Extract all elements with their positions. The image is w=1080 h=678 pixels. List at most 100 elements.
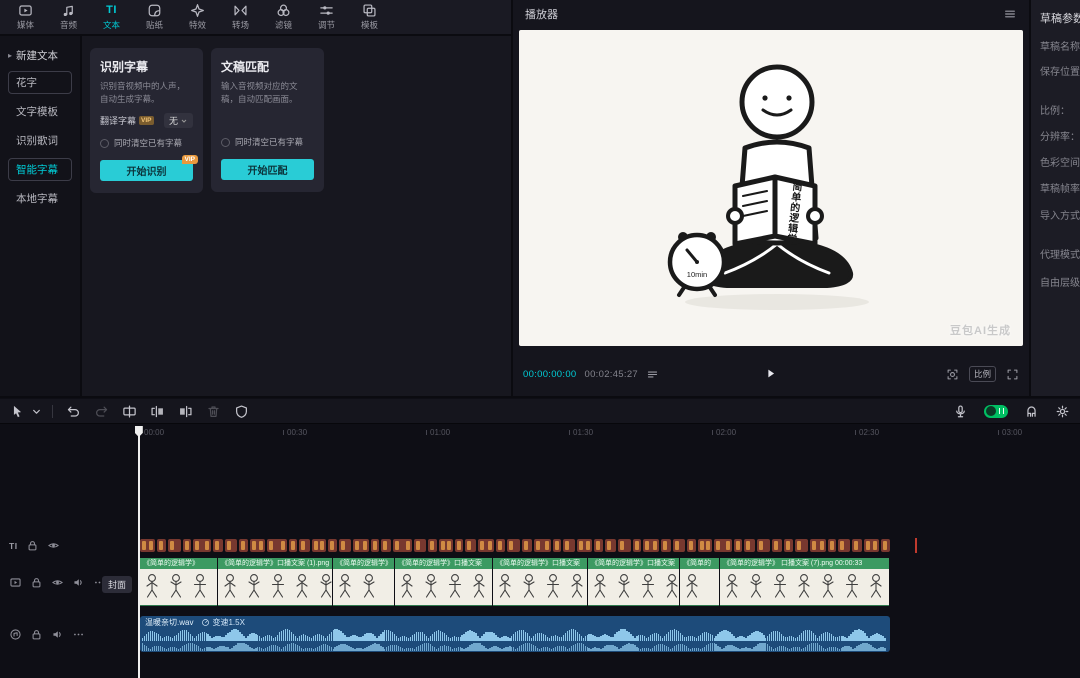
subtitle-clip[interactable] <box>577 539 592 552</box>
subtitle-clip[interactable] <box>784 539 793 552</box>
subtitle-clip[interactable] <box>618 539 631 552</box>
more-icon[interactable] <box>72 628 85 641</box>
redo-icon[interactable] <box>94 404 109 419</box>
toolbar-tab-media[interactable]: 媒体 <box>4 0 47 34</box>
subtitle-clip[interactable] <box>183 539 191 552</box>
subtitle-clip[interactable] <box>795 539 808 552</box>
fullscreen-icon[interactable] <box>1006 368 1019 381</box>
magnet-icon[interactable] <box>1024 404 1039 419</box>
subtitle-clip[interactable] <box>852 539 862 552</box>
subtitle-clip[interactable] <box>428 539 437 552</box>
subtitle-clip[interactable] <box>881 539 890 552</box>
subtitle-clip[interactable] <box>772 539 782 552</box>
video-clip[interactable]: 《简单的逻辑学》 <box>333 558 395 606</box>
toolbar-tab-sticker[interactable]: 贴纸 <box>133 0 176 34</box>
trim-right-icon[interactable] <box>178 404 193 419</box>
playhead[interactable] <box>138 426 140 678</box>
subtitle-clip[interactable] <box>810 539 826 552</box>
ratio-button[interactable]: 比例 <box>969 366 996 382</box>
subtitle-clip[interactable] <box>157 539 166 552</box>
subtitle-clip[interactable] <box>213 539 223 552</box>
subtitle-clip[interactable] <box>496 539 505 552</box>
video-clip[interactable]: 《简单的逻辑学》 口播文案 (7).png 00:00:33 <box>720 558 890 606</box>
subtitle-clip[interactable] <box>605 539 616 552</box>
eye-icon[interactable] <box>47 539 60 552</box>
clear-existing-subtitles-checkbox[interactable]: 同时清空已有字幕 <box>221 136 314 148</box>
subtitle-clip[interactable] <box>534 539 551 552</box>
subtitle-clip[interactable] <box>553 539 561 552</box>
subtitle-clip[interactable] <box>563 539 575 552</box>
sidebar-item-local-subtitle[interactable]: 本地字幕 <box>8 187 72 210</box>
lock-icon[interactable] <box>30 628 43 641</box>
eye-icon[interactable] <box>51 576 64 589</box>
subtitle-clip[interactable] <box>339 539 351 552</box>
chevron-down-icon[interactable] <box>29 404 39 419</box>
subtitle-clip[interactable] <box>465 539 476 552</box>
subtitle-clip[interactable] <box>698 539 712 552</box>
subtitle-clip[interactable] <box>522 539 532 552</box>
start-recognize-button[interactable]: 开始识别 VIP <box>100 160 193 181</box>
subtitle-clip[interactable] <box>312 539 326 552</box>
cover-button[interactable]: 封面 <box>102 576 132 593</box>
subtitle-clip[interactable] <box>414 539 426 552</box>
subtitle-clip[interactable] <box>687 539 696 552</box>
start-match-button[interactable]: 开始匹配 <box>221 159 314 180</box>
focus-icon[interactable] <box>946 368 959 381</box>
lock-icon[interactable] <box>30 576 43 589</box>
time-ruler[interactable]: 00:0000:3001:0001:3002:0002:3003:00 <box>0 426 1080 442</box>
subtitle-clip[interactable] <box>193 539 211 552</box>
subtitle-clip[interactable] <box>239 539 248 552</box>
subtitle-clip[interactable] <box>289 539 297 552</box>
toolbar-tab-filter[interactable]: 滤镜 <box>262 0 305 34</box>
subtitle-track[interactable] <box>140 539 892 552</box>
speaker-icon[interactable] <box>51 628 64 641</box>
lock-icon[interactable] <box>26 539 39 552</box>
subtitle-clip[interactable] <box>371 539 379 552</box>
undo-icon[interactable] <box>66 404 81 419</box>
toolbar-tab-transition[interactable]: 转场 <box>219 0 262 34</box>
subtitle-clip[interactable] <box>267 539 287 552</box>
clear-existing-subtitles-checkbox[interactable]: 同时清空已有字幕 <box>100 137 193 149</box>
subtitle-clip[interactable] <box>661 539 671 552</box>
subtitle-list-icon[interactable] <box>646 368 659 381</box>
subtitle-clip[interactable] <box>734 539 742 552</box>
video-clip[interactable]: 《简单的逻辑学》口播文案 <box>493 558 588 606</box>
sidebar-item-smart-subtitle[interactable]: 智能字幕 <box>8 158 72 181</box>
speaker-icon[interactable] <box>72 576 85 589</box>
video-clip[interactable]: 《简单的 <box>680 558 720 606</box>
split-icon[interactable] <box>122 404 137 419</box>
subtitle-clip[interactable] <box>507 539 520 552</box>
link-toggle[interactable] <box>984 405 1008 418</box>
subtitle-clip[interactable] <box>299 539 310 552</box>
subtitle-clip[interactable] <box>381 539 391 552</box>
play-button[interactable] <box>764 367 778 381</box>
audio-clip[interactable]: 温暖亲切.wav 变速1.5X <box>140 616 890 652</box>
video-clip[interactable]: 《简单的逻辑学》 <box>140 558 218 606</box>
toolbar-tab-text[interactable]: TI文本 <box>90 0 133 34</box>
mask-icon[interactable] <box>234 404 249 419</box>
subtitle-clip[interactable] <box>168 539 181 552</box>
subtitle-clip[interactable] <box>594 539 603 552</box>
sidebar-item-fancy-text[interactable]: 花字 <box>8 71 72 94</box>
delete-icon[interactable] <box>206 404 221 419</box>
toolbar-tab-audio[interactable]: 音频 <box>47 0 90 34</box>
subtitle-clip[interactable] <box>744 539 755 552</box>
subtitle-clip[interactable] <box>643 539 659 552</box>
toolbar-tab-effects[interactable]: 特效 <box>176 0 219 34</box>
video-clip[interactable]: 《简单的逻辑学》口播文案 <box>395 558 493 606</box>
subtitle-clip[interactable] <box>478 539 494 552</box>
subtitle-clip[interactable] <box>673 539 685 552</box>
subtitle-clip[interactable] <box>838 539 850 552</box>
toolbar-tab-template[interactable]: 模板 <box>348 0 391 34</box>
video-clip[interactable]: 《简单的逻辑学》口播文案 <box>588 558 680 606</box>
subtitle-clip[interactable] <box>455 539 463 552</box>
subtitle-clip[interactable] <box>864 539 879 552</box>
cursor-icon[interactable] <box>10 404 25 419</box>
subtitle-clip[interactable] <box>225 539 237 552</box>
subtitle-clip[interactable] <box>757 539 770 552</box>
sidebar-item-recognize-lyrics[interactable]: 识别歌词 <box>8 129 72 152</box>
subtitle-clip[interactable] <box>353 539 369 552</box>
toolbar-tab-adjust[interactable]: 调节 <box>305 0 348 34</box>
subtitle-clip[interactable] <box>633 539 641 552</box>
video-clip[interactable]: 《简单的逻辑学》口播文案 (1).png <box>218 558 333 606</box>
